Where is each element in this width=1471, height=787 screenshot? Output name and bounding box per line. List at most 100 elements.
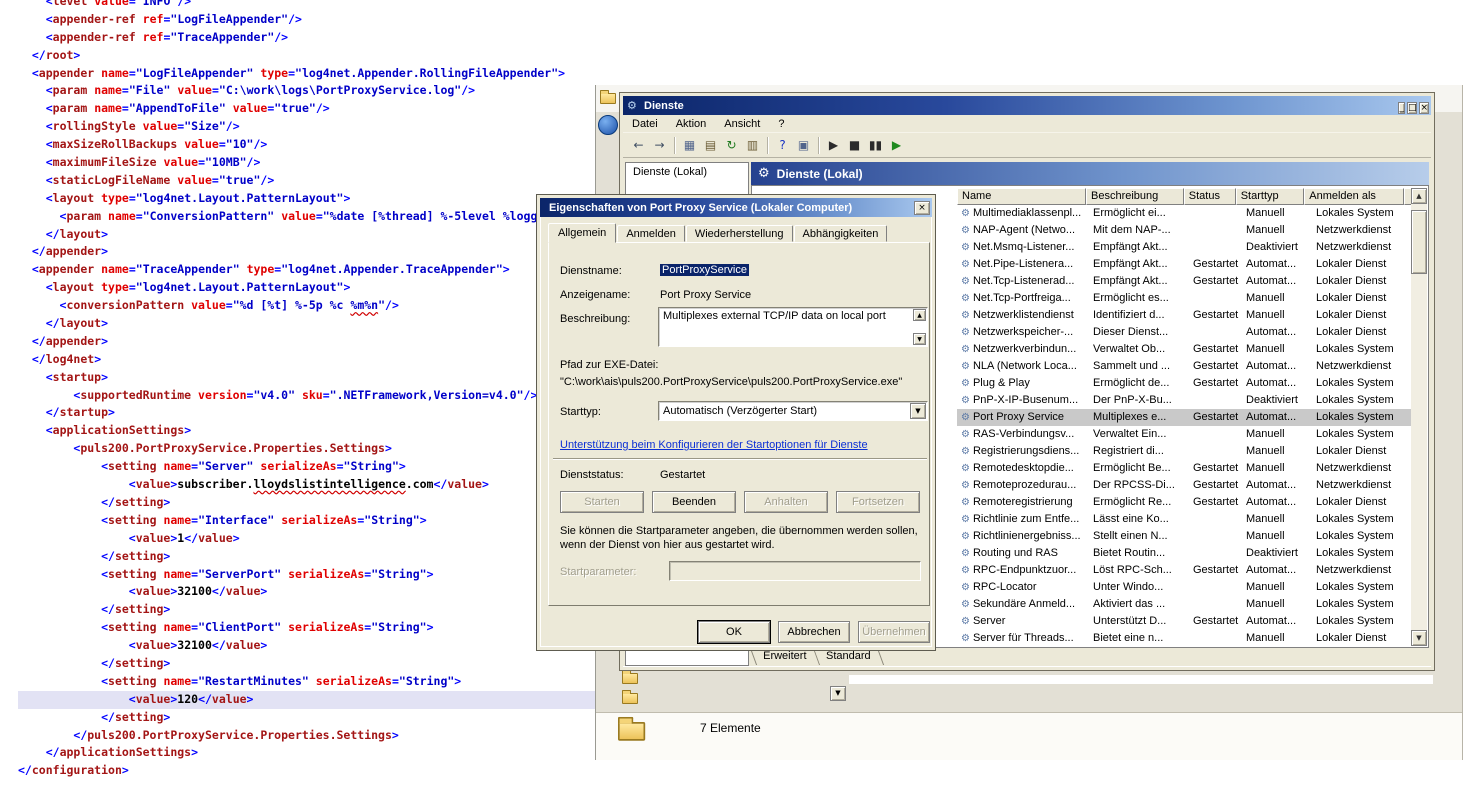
code-line[interactable]: <conversionPattern value="%d [%t] %-5p %…	[18, 297, 596, 315]
code-line[interactable]: <applicationSettings>	[18, 422, 596, 440]
service-row[interactable]: ⚙RPC-Endpunktzuor...Löst RPC-Sch...Gesta…	[957, 562, 1414, 579]
code-line[interactable]: <value>32100</value>	[18, 583, 596, 601]
code-line[interactable]: </setting>	[18, 494, 596, 512]
service-row[interactable]: ⚙Remoteprozedurau...Der RPCSS-Di...Gesta…	[957, 477, 1414, 494]
service-row[interactable]: ⚙Netzwerkverbindun...Verwaltet Ob...Gest…	[957, 341, 1414, 358]
service-row[interactable]: ⚙Server für Threads...Bietet eine n...Ma…	[957, 630, 1414, 647]
view-tab-standard[interactable]: Standard	[814, 648, 884, 665]
code-line[interactable]: <setting name="Interface" serializeAs="S…	[18, 512, 596, 530]
code-line[interactable]: </startup>	[18, 404, 596, 422]
startoptionen-link[interactable]: Unterstützung beim Konfigurieren der Sta…	[560, 439, 868, 451]
beenden-button[interactable]: Beenden	[652, 491, 736, 513]
stop-service-icon[interactable]: ■	[845, 136, 864, 155]
code-line[interactable]: <rollingStyle value="Size"/>	[18, 118, 596, 136]
start-service-icon[interactable]: ▶	[824, 136, 843, 155]
service-row[interactable]: ⚙Registrierungsdiens...Registriert di...…	[957, 443, 1414, 460]
code-line[interactable]: <appender name="TraceAppender" type="log…	[18, 261, 596, 279]
code-line[interactable]: <puls200.PortProxyService.Properties.Set…	[18, 440, 596, 458]
code-line[interactable]: <value>32100</value>	[18, 637, 596, 655]
code-line[interactable]: <appender name="LogFileAppender" type="l…	[18, 65, 596, 83]
service-row[interactable]: ⚙Routing und RASBietet Routin...Deaktivi…	[957, 545, 1414, 562]
column-header-name[interactable]: Name	[957, 188, 1086, 205]
code-line[interactable]: <value>120</value>	[18, 691, 596, 709]
code-line[interactable]: </setting>	[18, 655, 596, 673]
tree-node-dienste-lokal[interactable]: Dienste (Lokal)	[626, 163, 748, 181]
code-line[interactable]: </root>	[18, 47, 596, 65]
close-button[interactable]: ×	[914, 201, 930, 215]
code-line[interactable]: </layout>	[18, 226, 596, 244]
tab-allgemein[interactable]: Allgemein	[548, 223, 616, 243]
code-line[interactable]: <maximumFileSize value="10MB"/>	[18, 154, 596, 172]
minimize-button[interactable]: _	[1398, 102, 1405, 114]
pause-service-icon[interactable]: ▮▮	[866, 136, 885, 155]
service-row[interactable]: ⚙Multimediaklassenpl...Ermöglicht ei...M…	[957, 205, 1414, 222]
column-header-anmelden-als[interactable]: Anmelden als	[1304, 188, 1404, 205]
code-line[interactable]: <value>1</value>	[18, 530, 596, 548]
code-line[interactable]: <setting name="RestartMinutes" serialize…	[18, 673, 596, 691]
code-line[interactable]: <setting name="ServerPort" serializeAs="…	[18, 566, 596, 584]
service-row[interactable]: ⚙RemoteregistrierungErmöglicht Re...Gest…	[957, 494, 1414, 511]
fortsetzen-button[interactable]: Fortsetzen	[836, 491, 920, 513]
service-row[interactable]: ⚙NLA (Network Loca...Sammelt und ...Gest…	[957, 358, 1414, 375]
code-line[interactable]: <value>subscriber.lloydslistintelligence…	[18, 476, 596, 494]
dialog-titlebar[interactable]: Eigenschaften von Port Proxy Service (Lo…	[540, 198, 932, 217]
back-arrow-icon[interactable]: ←	[629, 136, 648, 155]
service-row[interactable]: ⚙Port Proxy ServiceMultiplexes e...Gesta…	[957, 409, 1414, 426]
code-line[interactable]: </appender>	[18, 243, 596, 261]
service-row[interactable]: ⚙Net.Tcp-Portfreiga...Ermöglicht es...Ma…	[957, 290, 1414, 307]
scroll-up-icon[interactable]: ▲	[913, 309, 926, 321]
dropdown-button[interactable]: ▼	[830, 686, 846, 701]
abbrechen-button[interactable]: Abbrechen	[778, 621, 850, 643]
column-header-beschreibung[interactable]: Beschreibung	[1086, 188, 1184, 205]
forward-arrow-icon[interactable]: →	[650, 136, 669, 155]
menu-item-help[interactable]: ?	[769, 116, 793, 132]
dienstname-value[interactable]: PortProxyService	[660, 264, 749, 276]
code-line[interactable]: <supportedRuntime version="v4.0" sku=".N…	[18, 387, 596, 405]
column-header-starttyp[interactable]: Starttyp	[1236, 188, 1305, 205]
code-line[interactable]: </puls200.PortProxyService.Properties.Se…	[18, 727, 596, 745]
service-row[interactable]: ⚙ServerUnterstützt D...GestartetAutomat.…	[957, 613, 1414, 630]
code-line[interactable]: <setting name="Server" serializeAs="Stri…	[18, 458, 596, 476]
code-line[interactable]: </layout>	[18, 315, 596, 333]
service-row[interactable]: ⚙Net.Tcp-Listenerad...Empfängt Akt...Ges…	[957, 273, 1414, 290]
scrollbar-thumb[interactable]	[1411, 210, 1427, 274]
tab-abhangigkeiten[interactable]: Abhängigkeiten	[794, 225, 888, 242]
anzeigename-value[interactable]: Port Proxy Service	[660, 289, 751, 301]
service-row[interactable]: ⚙RAS-Verbindungsv...Verwaltet Ein...Manu…	[957, 426, 1414, 443]
code-line[interactable]: </configuration>	[18, 762, 596, 780]
beschreibung-textbox[interactable]: Multiplexes external TCP/IP data on loca…	[658, 307, 928, 347]
chevron-down-icon[interactable]: ▼	[910, 403, 926, 419]
code-line[interactable]: </appender>	[18, 333, 596, 351]
service-row[interactable]: ⚙Remotedesktopdie...Ermöglicht Be...Gest…	[957, 460, 1414, 477]
code-line[interactable]: <appender-ref ref="LogFileAppender"/>	[18, 11, 596, 29]
service-row[interactable]: ⚙Sekundäre Anmeld...Aktiviert das ...Man…	[957, 596, 1414, 613]
service-row[interactable]: ⚙Net.Pipe-Listenera...Empfängt Akt...Ges…	[957, 256, 1414, 273]
maximize-button[interactable]: □	[1407, 102, 1418, 114]
code-line[interactable]: </log4net>	[18, 351, 596, 369]
back-button[interactable]	[598, 115, 618, 135]
service-row[interactable]: ⚙Netzwerkspeicher-...Dieser Dienst...Aut…	[957, 324, 1414, 341]
folder-icon[interactable]	[622, 673, 638, 684]
service-row[interactable]: ⚙Net.Msmq-Listener...Empfängt Akt...Deak…	[957, 239, 1414, 256]
scroll-up-icon[interactable]: ▲	[1411, 188, 1427, 204]
code-line[interactable]: <staticLogFileName value="true"/>	[18, 172, 596, 190]
anhalten-button[interactable]: Anhalten	[744, 491, 828, 513]
code-line[interactable]: <appender-ref ref="TraceAppender"/>	[18, 29, 596, 47]
code-line[interactable]: <param name="ConversionPattern" value="%…	[18, 208, 596, 226]
code-editor[interactable]: <level value="INFO"/> <appender-ref ref=…	[0, 0, 596, 787]
service-row[interactable]: ⚙Richtlinie zum Entfe...Lässt eine Ko...…	[957, 511, 1414, 528]
starttyp-combobox[interactable]: Automatisch (Verzögerter Start) ▼	[658, 401, 928, 421]
uebernehmen-button[interactable]: Übernehmen	[858, 621, 930, 643]
code-line[interactable]: <param name="AppendToFile" value="true"/…	[18, 100, 596, 118]
code-line[interactable]: <layout type="log4net.Layout.PatternLayo…	[18, 190, 596, 208]
code-line[interactable]: <startup>	[18, 369, 596, 387]
tab-anmelden[interactable]: Anmelden	[617, 225, 685, 242]
vertical-scrollbar[interactable]: ▲ ▼	[1411, 188, 1427, 646]
menu-item-datei[interactable]: Datei	[623, 116, 667, 132]
code-line[interactable]: <level value="INFO"/>	[18, 0, 596, 11]
service-row[interactable]: ⚙PnP-X-IP-Busenum...Der PnP-X-Bu...Deakt…	[957, 392, 1414, 409]
close-button[interactable]: ×	[1419, 102, 1429, 114]
help-icon[interactable]: ?	[773, 136, 792, 155]
tab-wiederherstellung[interactable]: Wiederherstellung	[686, 225, 793, 242]
startparameter-input[interactable]	[669, 561, 921, 581]
